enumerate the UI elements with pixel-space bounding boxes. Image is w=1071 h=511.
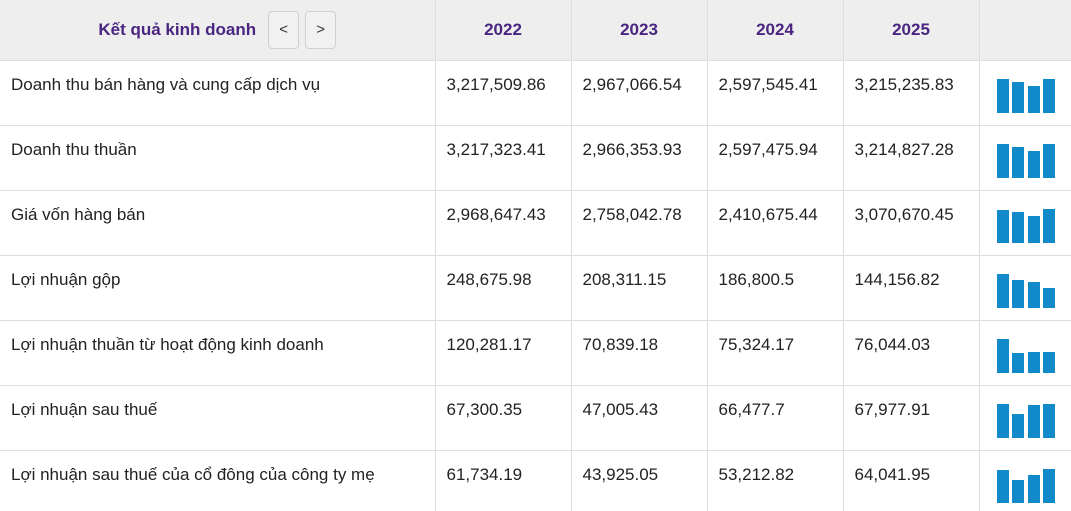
sparkline-bar [1043, 287, 1055, 308]
sparkline-bar [1012, 81, 1024, 113]
value-cell: 3,214,827.28 [843, 125, 980, 191]
sparkline-bar [1027, 85, 1040, 113]
row-label: Lợi nhuận thuần từ hoạt động kinh doanh [0, 320, 436, 386]
sparkline-bar [996, 403, 1009, 438]
mini-bar-chart[interactable] [980, 126, 1071, 190]
header-row: Kết quả kinh doanh < > 2022 2023 2024 20… [0, 0, 1071, 61]
sparkline-cell[interactable] [979, 320, 1071, 386]
mini-bar-chart[interactable] [980, 191, 1071, 255]
mini-bar-chart[interactable] [980, 321, 1071, 385]
mini-bar-chart[interactable] [980, 451, 1071, 511]
value-cell: 2,967,066.54 [571, 60, 708, 126]
sparkline-cell[interactable] [979, 255, 1071, 321]
row-label: Doanh thu thuần [0, 125, 436, 191]
sparkline-bar [996, 469, 1009, 503]
value-cell: 3,070,670.45 [843, 190, 980, 256]
value-cell: 3,215,235.83 [843, 60, 980, 126]
value-cell: 64,041.95 [843, 450, 980, 511]
sparkline-bar [996, 209, 1009, 243]
sparkline-bar [1012, 413, 1024, 438]
value-cell: 76,044.03 [843, 320, 980, 386]
sparkline-header [979, 0, 1071, 61]
value-cell: 2,597,545.41 [707, 60, 844, 126]
sparkline-bar [1043, 78, 1055, 113]
value-cell: 2,758,042.78 [571, 190, 708, 256]
sparkline-bar [1012, 146, 1024, 178]
value-cell: 67,300.35 [435, 385, 572, 451]
section-title: Kết quả kinh doanh [98, 19, 257, 39]
table-row: Doanh thu thuần 3,217,323.41 2,966,353.93 2… [0, 125, 1071, 191]
prev-period-button[interactable]: < [268, 10, 300, 49]
value-cell: 70,839.18 [571, 320, 708, 386]
sparkline-bar [996, 273, 1009, 308]
row-label: Doanh thu bán hàng và cung cấp dịch vụ [0, 60, 436, 126]
value-cell: 186,800.5 [707, 255, 844, 321]
value-cell: 120,281.17 [435, 320, 572, 386]
sparkline-bar [1027, 150, 1040, 178]
mini-bar-chart[interactable] [980, 61, 1071, 125]
value-cell: 75,324.17 [707, 320, 844, 386]
sparkline-bar [996, 338, 1009, 373]
sparkline-cell[interactable] [979, 385, 1071, 451]
sparkline-bar [1012, 352, 1024, 373]
table-row: Lợi nhuận sau thuế của cổ đông của công … [0, 450, 1071, 511]
value-cell: 208,311.15 [571, 255, 708, 321]
row-label: Giá vốn hàng bán [0, 190, 436, 256]
financial-results-table: Kết quả kinh doanh < > 2022 2023 2024 20… [0, 0, 1071, 511]
sparkline-cell[interactable] [979, 125, 1071, 191]
value-cell: 144,156.82 [843, 255, 980, 321]
year-header: 2023 [571, 0, 708, 61]
value-cell: 43,925.05 [571, 450, 708, 511]
row-label: Lợi nhuận gộp [0, 255, 436, 321]
sparkline-cell[interactable] [979, 450, 1071, 511]
sparkline-bar [1043, 143, 1055, 178]
value-cell: 3,217,509.86 [435, 60, 572, 126]
value-cell: 2,966,353.93 [571, 125, 708, 191]
value-cell: 3,217,323.41 [435, 125, 572, 191]
sparkline-bar [1027, 351, 1040, 373]
table-row: Lợi nhuận gộp 248,675.98 208,311.15 186,800… [0, 255, 1071, 321]
sparkline-bar [996, 78, 1009, 113]
sparkline-bar [1012, 479, 1024, 503]
value-cell: 66,477.7 [707, 385, 844, 451]
mini-bar-chart[interactable] [980, 256, 1071, 320]
sparkline-bar [1027, 404, 1040, 438]
sparkline-bar [996, 143, 1009, 178]
sparkline-cell[interactable] [979, 190, 1071, 256]
table-row: Lợi nhuận thuần từ hoạt động kinh doanh 1… [0, 320, 1071, 386]
sparkline-bar [1043, 403, 1055, 438]
sparkline-bar [1027, 474, 1040, 503]
year-header: 2024 [707, 0, 844, 61]
table-row: Doanh thu bán hàng và cung cấp dịch vụ 3,… [0, 60, 1071, 126]
sparkline-cell[interactable] [979, 60, 1071, 126]
year-header: 2025 [843, 0, 980, 61]
mini-bar-chart[interactable] [980, 386, 1071, 450]
next-period-button[interactable]: > [305, 10, 337, 49]
sparkline-bar [1012, 279, 1024, 308]
header-title-cell: Kết quả kinh doanh < > [0, 0, 436, 61]
table-row: Lợi nhuận sau thuế 67,300.35 47,005.43 66,4… [0, 385, 1071, 451]
sparkline-bar [1043, 351, 1055, 373]
value-cell: 248,675.98 [435, 255, 572, 321]
sparkline-bar [1012, 211, 1024, 243]
row-label: Lợi nhuận sau thuế của cổ đông của công … [0, 450, 436, 511]
value-cell: 2,597,475.94 [707, 125, 844, 191]
value-cell: 61,734.19 [435, 450, 572, 511]
table-row: Giá vốn hàng bán 2,968,647.43 2,758,042.78… [0, 190, 1071, 256]
sparkline-bar [1027, 215, 1040, 243]
sparkline-bar [1043, 468, 1055, 503]
sparkline-bar [1043, 208, 1055, 243]
value-cell: 2,410,675.44 [707, 190, 844, 256]
value-cell: 67,977.91 [843, 385, 980, 451]
value-cell: 53,212.82 [707, 450, 844, 511]
sparkline-bar [1027, 281, 1040, 308]
year-header: 2022 [435, 0, 572, 61]
value-cell: 2,968,647.43 [435, 190, 572, 256]
row-label: Lợi nhuận sau thuế [0, 385, 436, 451]
value-cell: 47,005.43 [571, 385, 708, 451]
